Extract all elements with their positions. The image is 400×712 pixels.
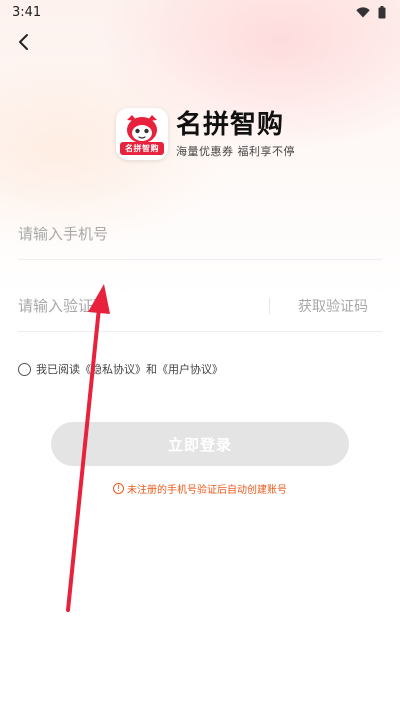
info-icon: !	[113, 483, 124, 494]
app-name: 名拼智购	[176, 109, 285, 140]
status-icons	[356, 5, 386, 19]
registration-notice: ! 未注册的手机号验证后自动创建账号	[0, 481, 400, 496]
app-slogan: 海量优惠券 福利享不停	[176, 144, 295, 158]
agreement-checkbox[interactable]	[18, 362, 31, 376]
logo-badge: 名拼智购	[120, 142, 164, 155]
status-bar: 3:41	[0, 0, 400, 24]
phone-input[interactable]	[18, 208, 382, 259]
phone-field	[18, 208, 382, 260]
wifi-icon	[356, 6, 370, 17]
field-divider	[269, 297, 270, 314]
get-code-button[interactable]: 获取验证码	[298, 296, 368, 316]
brand-header: 名拼智购 名拼智购 海量优惠券 福利享不停	[116, 108, 295, 160]
agreement-conjunction: 和	[146, 363, 157, 376]
status-time: 3:41	[12, 4, 42, 20]
notice-text: 未注册的手机号验证后自动创建账号	[127, 485, 287, 496]
battery-icon	[378, 5, 386, 18]
chevron-left-icon	[19, 34, 28, 50]
code-input[interactable]	[18, 280, 269, 331]
code-field: 获取验证码	[18, 280, 382, 332]
user-agreement-link[interactable]: 《用户协议》	[157, 361, 223, 377]
back-button[interactable]	[10, 28, 38, 56]
app-logo: 名拼智购	[116, 108, 168, 160]
privacy-link[interactable]: 《隐私协议》	[80, 361, 146, 377]
login-button[interactable]: 立即登录	[51, 422, 349, 466]
agreement-row: 我已阅读 《隐私协议》 和 《用户协议》	[18, 361, 223, 377]
agreement-prefix: 我已阅读	[36, 363, 80, 376]
